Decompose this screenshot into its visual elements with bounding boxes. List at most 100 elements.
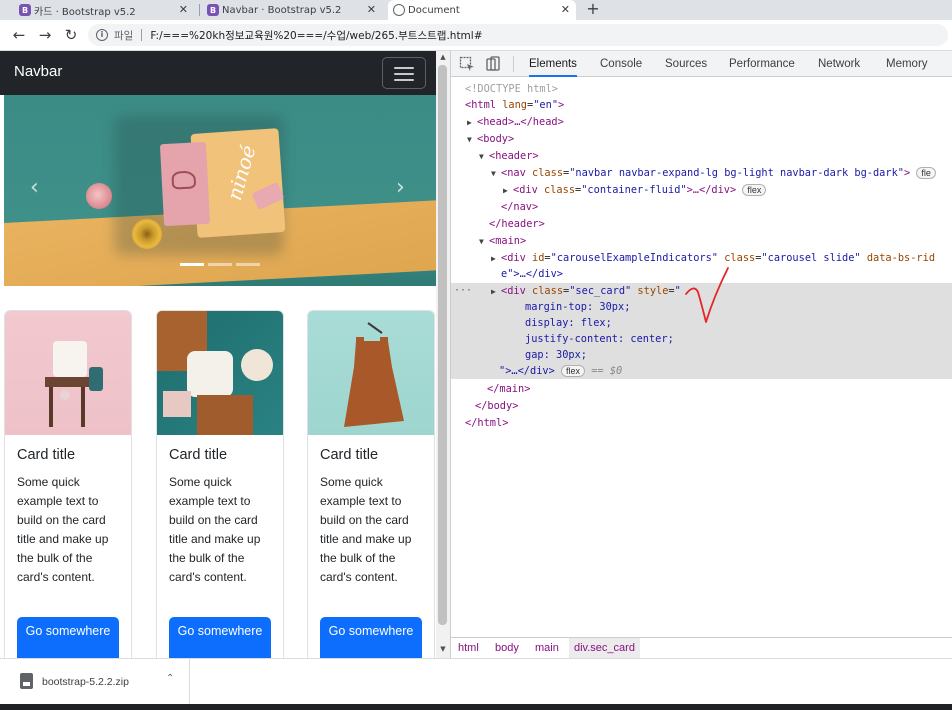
back-button[interactable]: ← [10, 26, 28, 44]
tab-close-icon[interactable]: ✕ [367, 3, 376, 16]
dom-node-html-close[interactable]: </html> [451, 415, 952, 431]
more-options-icon[interactable]: ··· [454, 283, 472, 299]
dom-node-body[interactable]: ▼ <body> [451, 131, 952, 147]
url-omnibox[interactable]: i 파일 F:/===%20kh정보교육원%20===/수업/web/265.부… [88, 24, 948, 46]
dom-node-nav-close[interactable]: </nav> [451, 199, 952, 215]
tab-console[interactable]: Console [600, 51, 642, 77]
expand-arrow-icon[interactable]: ▶ [491, 284, 501, 300]
expand-arrow-icon[interactable]: ▶ [503, 183, 513, 199]
page-scrollbar[interactable]: ▲ ▼ [436, 51, 450, 658]
tag-name: <div [501, 252, 526, 264]
browser-window: B 카드 · Bootstrap v5.2 ✕ B Navbar · Boots… [0, 0, 952, 710]
carousel-prev-icon[interactable]: ‹ [30, 175, 39, 200]
dom-node-header-close[interactable]: </header> [451, 216, 952, 232]
dom-node-body-close[interactable]: </body> [451, 398, 952, 414]
collapse-arrow-icon[interactable]: ▼ [491, 166, 501, 182]
dom-node-carousel-cont[interactable]: e">…</div> [451, 266, 952, 282]
dom-node-container-fluid[interactable]: ▶ <div class="container-fluid">…</div> fl… [451, 182, 952, 198]
taskbar-edge [0, 704, 952, 710]
tab-document[interactable]: Document ✕ [388, 0, 576, 20]
breadcrumb-html[interactable]: html [458, 642, 479, 654]
attr-name: class [724, 252, 756, 264]
carousel-next-icon[interactable]: › [396, 175, 405, 200]
attr-value: " [674, 285, 681, 297]
dom-style-line[interactable]: display: flex; [451, 315, 952, 331]
tab-memory[interactable]: Memory [886, 51, 928, 77]
url-scheme: 파일 [114, 29, 134, 42]
style-declaration: gap: 30px; [525, 349, 587, 361]
tab-close-icon[interactable]: ✕ [179, 3, 188, 16]
new-tab-button[interactable]: + [585, 0, 601, 20]
carousel-indicator[interactable] [208, 263, 232, 266]
dom-node-nav[interactable]: ▼ <nav class="navbar navbar-expand-lg bg-… [451, 165, 952, 181]
flex-badge[interactable]: flex [742, 184, 767, 196]
dom-style-line[interactable]: gap: 30px; [451, 347, 952, 363]
card-title: Card title [320, 447, 379, 463]
tab-elements[interactable]: Elements [529, 51, 577, 77]
collapse-arrow-icon[interactable]: ▼ [479, 149, 489, 165]
device-toolbar-icon[interactable] [485, 56, 501, 72]
attr-value: "carouselExampleIndicators" [550, 252, 719, 264]
breadcrumb-div-sec-card[interactable]: div.sec_card [569, 638, 640, 659]
expand-arrow-icon[interactable]: ▶ [491, 251, 501, 267]
dom-node-sec-card-end[interactable]: ">…</div> flex == $0 [451, 363, 952, 379]
breadcrumb-main[interactable]: main [535, 642, 559, 654]
inspect-element-icon[interactable] [459, 56, 475, 72]
dom-node-doctype[interactable]: <!DOCTYPE html> [451, 81, 952, 97]
collapse-arrow-icon[interactable]: ▼ [479, 234, 489, 250]
tag-name: <div [513, 184, 538, 196]
go-somewhere-button[interactable]: Go somewhere [169, 617, 271, 658]
dom-node-head[interactable]: ▶ <head>…</head> [451, 114, 952, 130]
dom-style-line[interactable]: margin-top: 30px; [451, 299, 952, 315]
reload-button[interactable]: ↻ [62, 26, 80, 44]
dom-node-sec-card[interactable]: ··· ▶ <div class="sec_card" style=" [451, 283, 952, 299]
expand-arrow-icon[interactable]: ▶ [467, 115, 477, 131]
url-text[interactable]: F:/===%20kh정보교육원%20===/수업/web/265.부트스트랩.… [150, 28, 482, 43]
attr-name: class [532, 167, 564, 179]
collapse-arrow-icon[interactable]: ▼ [467, 132, 477, 148]
style-declaration: margin-top: 30px; [525, 301, 631, 313]
doctype-text: <!DOCTYPE html> [465, 83, 558, 95]
dom-node-main-close[interactable]: </main> [451, 381, 952, 397]
navbar-toggler-button[interactable] [382, 57, 426, 89]
dom-node-main[interactable]: ▼ <main> [451, 233, 952, 249]
style-declaration: justify-content: center; [525, 333, 674, 345]
breadcrumb-body[interactable]: body [495, 642, 519, 654]
dom-style-line[interactable]: justify-content: center; [451, 331, 952, 347]
card-image-dress-illustration [344, 322, 404, 427]
card-image-chair-illustration [45, 341, 103, 427]
tab-close-icon[interactable]: ✕ [561, 3, 570, 16]
tag-name: <body> [477, 133, 515, 145]
chevron-up-icon[interactable]: ⌃ [166, 673, 174, 684]
carousel-image-yarn [86, 183, 112, 209]
tag-name: <div [501, 285, 526, 297]
carousel-indicator[interactable] [236, 263, 260, 266]
hamburger-icon [394, 79, 414, 81]
tab-sources[interactable]: Sources [665, 51, 707, 77]
dom-node-header[interactable]: ▼ <header> [451, 148, 952, 164]
tab-card-bootstrap[interactable]: B 카드 · Bootstrap v5.2 ✕ [14, 0, 194, 20]
dom-node-html[interactable]: <html lang="en"> [451, 97, 952, 113]
devtools-toolbar: Elements Console Sources Performance Net… [451, 51, 952, 77]
download-filename[interactable]: bootstrap-5.2.2.zip [42, 676, 129, 688]
go-somewhere-button[interactable]: Go somewhere [17, 617, 119, 658]
tab-performance[interactable]: Performance [729, 51, 795, 77]
info-icon[interactable]: i [96, 29, 108, 41]
go-somewhere-button[interactable]: Go somewhere [320, 617, 422, 658]
navbar-brand[interactable]: Navbar [14, 63, 62, 80]
address-bar: ← → ↻ i 파일 F:/===%20kh정보교육원%20===/수업/web… [0, 20, 952, 51]
tag-name: </html> [465, 417, 509, 429]
flex-badge[interactable]: flex [561, 365, 586, 377]
flex-badge[interactable]: fle [916, 167, 936, 179]
carousel-indicator[interactable] [180, 263, 204, 266]
download-item[interactable]: bootstrap-5.2.2.zip ⌃ [0, 659, 190, 705]
card-title: Card title [17, 447, 76, 463]
tab-network[interactable]: Network [818, 51, 860, 77]
tab-navbar-bootstrap[interactable]: B Navbar · Bootstrap v5.2 ✕ [202, 0, 382, 20]
scroll-up-icon[interactable]: ▲ [438, 53, 448, 63]
scrollbar-thumb[interactable] [438, 65, 447, 625]
forward-button[interactable]: → [36, 26, 54, 44]
scroll-down-icon[interactable]: ▼ [438, 645, 448, 655]
carousel-image-notebook [159, 141, 211, 227]
dom-node-carousel[interactable]: ▶ <div id="carouselExampleIndicators" cla… [451, 250, 952, 266]
